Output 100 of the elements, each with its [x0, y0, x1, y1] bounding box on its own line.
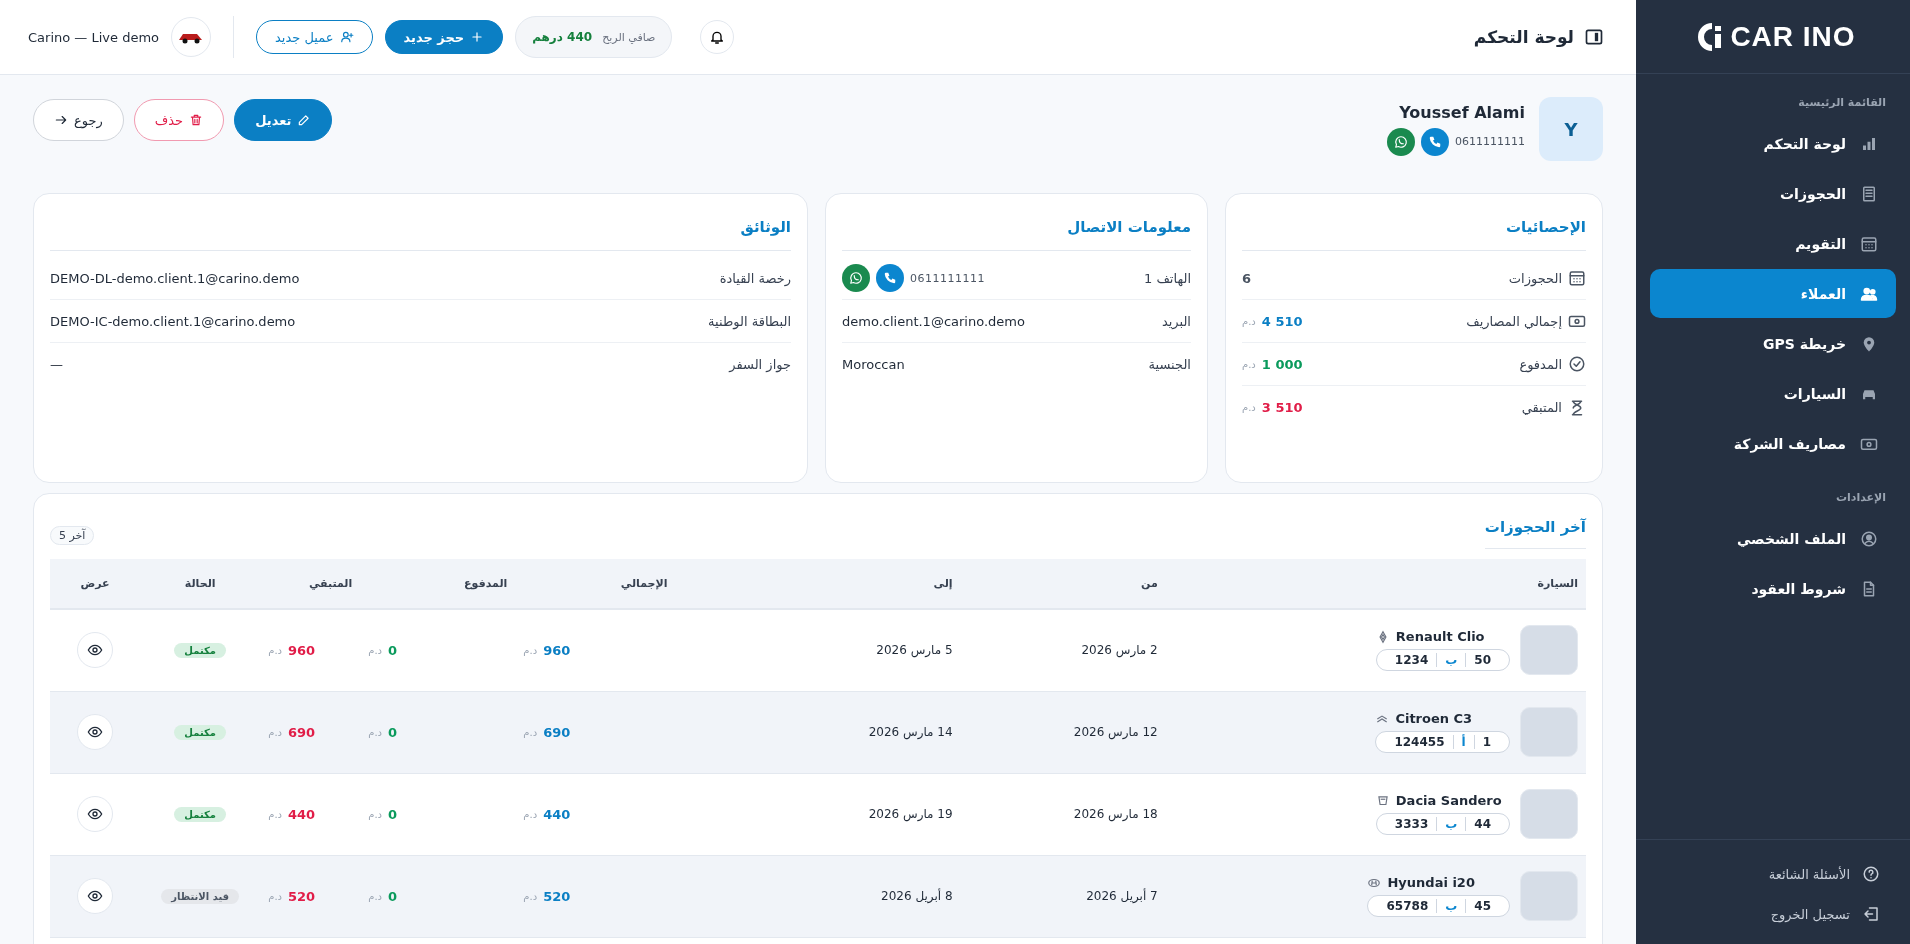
- client-phone: 0611111111: [1455, 135, 1525, 148]
- bell-icon: [709, 29, 726, 45]
- currency-unit: د.م: [523, 644, 538, 656]
- edit-button[interactable]: تعديل: [234, 99, 333, 141]
- plate-text: أ: [1453, 735, 1475, 749]
- status-badge: مكتمل: [174, 806, 226, 822]
- chat-bubble-icon: [849, 271, 863, 285]
- calendar-icon: [1568, 269, 1586, 287]
- sidebar-item[interactable]: شروط العقود: [1650, 564, 1896, 613]
- card-title: معلومات الاتصال: [842, 208, 1191, 251]
- arrow-icon: [54, 113, 68, 127]
- stat-value: 6: [1242, 270, 1252, 286]
- view-button[interactable]: [77, 714, 114, 750]
- eye-icon: [87, 806, 104, 822]
- pencil-icon: [297, 113, 312, 127]
- currency-unit: د.م: [523, 808, 538, 820]
- car-name: Citroen C3: [1395, 711, 1473, 726]
- sidebar-link[interactable]: تسجيل الخروج: [1636, 894, 1910, 934]
- amount-value: 0: [388, 806, 398, 822]
- eye-icon: [87, 724, 104, 740]
- amount-value: 0: [388, 642, 398, 658]
- status-badge: مكتمل: [174, 724, 226, 740]
- logout-icon: [1862, 905, 1880, 923]
- call-button[interactable]: [876, 264, 904, 292]
- field-label: الهاتف 1: [1144, 270, 1191, 286]
- plate-text: ب: [1437, 653, 1467, 668]
- amount-value: 440: [543, 806, 571, 822]
- whatsapp-button[interactable]: [842, 264, 870, 292]
- view-button[interactable]: [77, 632, 114, 669]
- phone-icon: [883, 271, 897, 285]
- currency-unit: د.م: [1242, 402, 1256, 413]
- whatsapp-button[interactable]: [1387, 127, 1415, 156]
- sidebar-item[interactable]: لوحة التحكم: [1650, 119, 1896, 168]
- check-circle-icon: [1568, 355, 1586, 373]
- amount-value: 0: [388, 724, 398, 740]
- date-text: 19 مارس 2026: [868, 807, 953, 821]
- sidebar-item[interactable]: مصاريف الشركة: [1650, 419, 1896, 468]
- currency-unit: د.م: [268, 808, 282, 820]
- plate-text: 1234: [1386, 653, 1438, 668]
- plate-text: 50: [1473, 653, 1492, 668]
- new-client-button[interactable]: عميل جديد: [256, 20, 373, 54]
- notifications-button[interactable]: [700, 20, 735, 54]
- amount-value: 690: [543, 724, 571, 740]
- currency-unit: د.م: [268, 644, 282, 656]
- eye-icon: [87, 888, 104, 904]
- client-name: Youssef Alami: [1399, 102, 1525, 122]
- car-photo-placeholder: [1520, 871, 1578, 921]
- delete-button[interactable]: حذف: [133, 99, 225, 141]
- column-header: الإجمالي: [620, 577, 668, 590]
- sidebar-item[interactable]: التقويم: [1650, 219, 1896, 268]
- back-button[interactable]: رجوع: [33, 99, 124, 141]
- plate-text: ب: [1437, 817, 1467, 831]
- currency-unit: د.م: [268, 726, 282, 738]
- currency-unit: د.م: [368, 808, 383, 820]
- amount-value: 520: [543, 888, 571, 904]
- sidebar-item[interactable]: خريطة GPS: [1650, 319, 1896, 368]
- view-button[interactable]: [77, 796, 114, 832]
- logo-text: CAR INO: [1730, 20, 1856, 53]
- user-plus-icon: [339, 30, 354, 44]
- field-label: المدفوع: [1519, 356, 1562, 372]
- sidebar-toggle-icon[interactable]: [1584, 27, 1604, 47]
- receipt-icon: [1860, 184, 1878, 203]
- status-badge: قيد الانتظار: [161, 888, 240, 904]
- stat-value: 3 510: [1261, 400, 1303, 415]
- car-photo-placeholder: [1520, 707, 1578, 757]
- status-badge: مكتمل: [174, 642, 226, 658]
- help-icon: [1862, 865, 1880, 883]
- field-label: البطاقة الوطنية: [708, 313, 791, 329]
- field-value: —: [50, 357, 63, 372]
- sidebar-item[interactable]: العملاء: [1650, 269, 1896, 318]
- user-circle-icon: [1860, 529, 1878, 548]
- stat-value: 1 000: [1261, 356, 1303, 372]
- sidebar-item[interactable]: السيارات: [1650, 369, 1896, 418]
- amount-value: 690: [288, 724, 316, 740]
- field-value: DEMO-IC-demo.client.1@carino.demo: [50, 313, 296, 329]
- amount-value: 520: [288, 888, 316, 904]
- amount-value: 0: [388, 888, 398, 904]
- date-text: 8 أبريل 2026: [881, 889, 953, 903]
- sidebar-item[interactable]: الحجوزات: [1650, 169, 1896, 218]
- sidebar-link[interactable]: الأسئلة الشائعة: [1636, 854, 1910, 894]
- field-value: Moroccan: [842, 357, 905, 372]
- field-label: الجنسية: [1148, 357, 1191, 372]
- currency-unit: د.م: [1242, 315, 1256, 327]
- new-booking-button[interactable]: حجز جديد: [384, 20, 504, 54]
- view-button[interactable]: [77, 878, 114, 914]
- plate-text: 44: [1473, 817, 1492, 831]
- column-header: المتبقي: [308, 577, 353, 590]
- field-label: المتبقي: [1521, 400, 1562, 415]
- currency-unit: د.م: [523, 890, 538, 902]
- section-heading: القائمة الرئيسية: [1797, 95, 1887, 111]
- amount-value: 960: [543, 642, 571, 658]
- profit-pill: صافي الربح 440 درهم: [515, 16, 673, 58]
- plate-text: ب: [1437, 899, 1467, 913]
- sidebar-item[interactable]: الملف الشخصي: [1650, 514, 1896, 563]
- column-header: إلى: [933, 577, 953, 590]
- amount-value: 440: [288, 806, 316, 822]
- call-button[interactable]: [1421, 127, 1449, 156]
- column-header: من: [1141, 577, 1158, 590]
- field-label: إجمالي المصاريف: [1466, 313, 1562, 329]
- stat-value: 4 510: [1261, 313, 1303, 329]
